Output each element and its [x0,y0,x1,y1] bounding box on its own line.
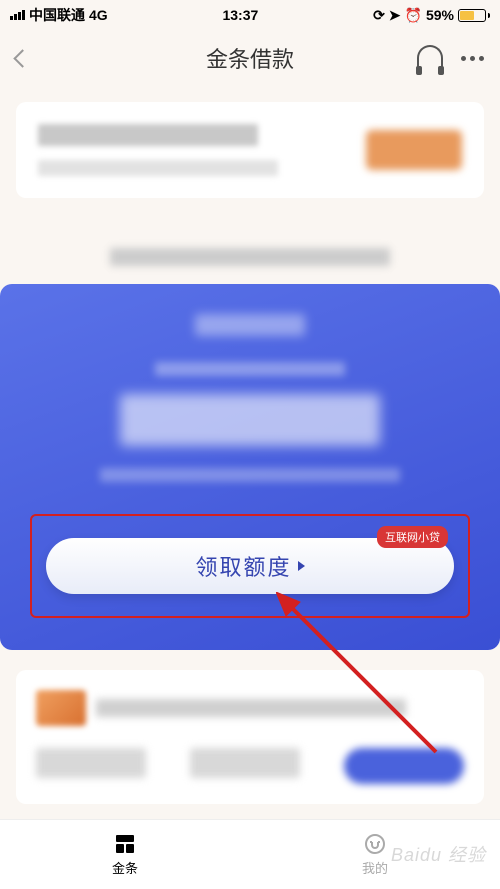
signal-icon [10,10,25,20]
credit-card: 互联网小贷 领取额度 [0,284,500,650]
support-icon[interactable] [417,45,443,71]
cta-label: 领取额度 [195,550,291,582]
nav-bar: 金条借款 [0,30,500,86]
redacted-button[interactable] [344,748,464,784]
battery-icon [458,9,490,22]
redacted-text [100,468,400,482]
redacted-text [38,160,278,176]
redacted-badge [195,314,305,336]
page-title: 金条借款 [206,42,294,74]
chevron-right-icon [298,561,305,571]
redacted-text [96,699,406,717]
status-bar: 中国联通 4G 13:37 ⟳ ➤ ⏰ 59% [0,0,500,30]
location-icon: ➤ [389,7,401,24]
tab-bar: 金条 我的 [0,819,500,889]
rotation-lock-icon: ⟳ [373,7,385,24]
redacted-text [38,124,258,146]
redacted-button[interactable] [366,130,462,170]
redacted-image [36,690,86,726]
redacted-amount [120,394,380,446]
tab-label: 我的 [362,858,388,877]
clock: 13:37 [222,7,258,23]
network-label: 4G [89,7,108,23]
profile-icon [364,833,386,855]
tab-mine[interactable]: 我的 [250,820,500,889]
content: 互联网小贷 领取额度 [0,86,500,820]
redacted-text [155,362,345,376]
tab-jintiao[interactable]: 金条 [0,820,250,889]
status-left: 中国联通 4G [10,5,108,25]
info-card[interactable] [16,102,484,198]
promo-card[interactable] [16,670,484,804]
more-icon[interactable] [461,56,484,61]
battery-pct: 59% [426,7,454,23]
claim-limit-button[interactable]: 互联网小贷 领取额度 [46,538,454,594]
status-right: ⟳ ➤ ⏰ 59% [373,7,490,24]
alarm-icon: ⏰ [405,7,422,24]
carrier-label: 中国联通 [29,5,85,25]
cta-badge: 互联网小贷 [377,526,448,548]
jintiao-icon [114,833,136,855]
back-icon[interactable] [13,49,31,67]
tab-label: 金条 [112,858,138,877]
redacted-section-title [110,248,390,266]
redacted-text [190,748,300,778]
redacted-text [36,748,146,778]
annotation-highlight: 互联网小贷 领取额度 [30,514,470,618]
